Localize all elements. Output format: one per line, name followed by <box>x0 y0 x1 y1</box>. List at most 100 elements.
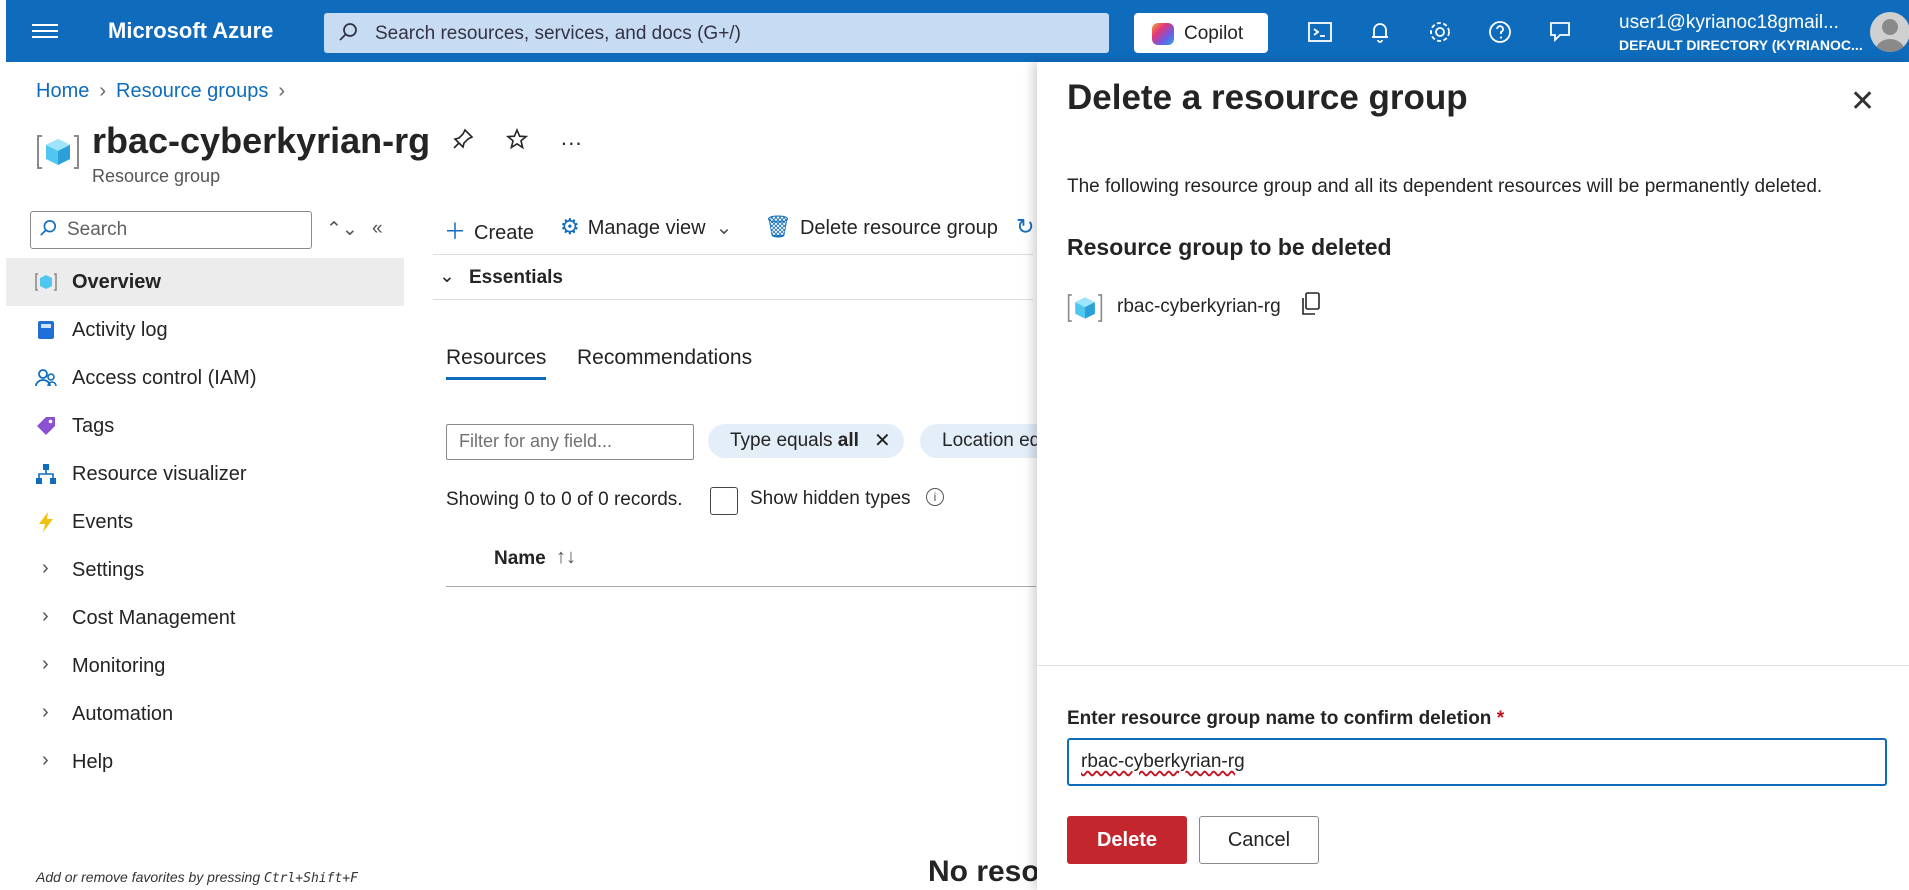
sidebar-item-label: Overview <box>72 271 161 293</box>
divider <box>1037 665 1909 666</box>
sort-icon[interactable]: ↑↓ <box>556 546 576 569</box>
required-mark: * <box>1496 708 1505 729</box>
sidebar-search-placeholder: Search <box>67 219 128 240</box>
pill-type-value: all <box>837 430 859 451</box>
favorites-hint: Add or remove favorites by pressing Ctrl… <box>36 869 358 886</box>
sidebar-item-tags[interactable]: Tags <box>6 402 404 450</box>
delete-button[interactable]: Delete <box>1067 816 1187 864</box>
delete-rg-label: Delete resource group <box>799 217 998 239</box>
copilot-icon <box>1152 23 1174 45</box>
trash-icon: 🗑 <box>764 214 792 239</box>
pill-type-prefix: Type equals <box>730 430 838 451</box>
chevron-right-icon: › <box>42 749 49 771</box>
user-directory: DEFAULT DIRECTORY (KYRIANOC... <box>1619 37 1863 53</box>
sidebar-item-label: Tags <box>72 415 115 437</box>
sidebar-item-cost-management[interactable]: › Cost Management <box>6 594 404 642</box>
breadcrumb-resource-groups[interactable]: Resource groups <box>116 80 268 102</box>
section-title: Resource group to be deleted <box>1067 234 1392 260</box>
sidebar-item-monitoring[interactable]: › Monitoring <box>6 642 404 690</box>
show-hidden-types-checkbox[interactable] <box>710 487 738 515</box>
filter-input[interactable]: Filter for any field... <box>446 424 694 460</box>
create-button[interactable]: ＋ Create <box>444 214 534 246</box>
tag-icon <box>34 414 58 438</box>
chevron-down-icon: ⌄ <box>715 217 733 239</box>
sidebar-item-label: Activity log <box>72 319 168 341</box>
tab-recommendations[interactable]: Recommendations <box>577 346 752 370</box>
sidebar-item-events[interactable]: Events <box>6 498 404 546</box>
global-search-input[interactable]: Search resources, services, and docs (G+… <box>324 13 1109 53</box>
column-name[interactable]: Name <box>494 548 546 570</box>
more-options-icon[interactable]: ··· <box>560 130 582 155</box>
create-label: Create <box>474 222 535 244</box>
plus-icon: ＋ <box>444 219 467 244</box>
show-hidden-types-label: Show hidden types <box>750 488 911 509</box>
close-icon[interactable]: ✕ <box>874 428 891 453</box>
gear-icon[interactable] <box>1426 18 1454 46</box>
panel-description: The following resource group and all its… <box>1067 176 1823 197</box>
overview-icon <box>34 270 58 294</box>
manage-view-label: Manage view <box>587 217 706 239</box>
pill-location-label: Location eq <box>942 430 1037 451</box>
iam-icon <box>34 366 58 390</box>
chevron-right-icon: › <box>278 80 286 102</box>
no-results-text: No reso <box>928 855 1040 888</box>
hamburger-menu-icon[interactable] <box>32 20 58 42</box>
filter-pill-type[interactable]: Type equals all ✕ <box>708 424 904 458</box>
chevron-right-icon: › <box>42 605 49 627</box>
search-icon <box>338 22 358 48</box>
resource-group-icon <box>36 130 80 179</box>
avatar[interactable] <box>1870 12 1909 52</box>
panel-title: Delete a resource group <box>1067 78 1468 117</box>
sidebar-item-activity-log[interactable]: Activity log <box>6 306 404 354</box>
chevron-down-icon: ⌄ <box>439 266 455 287</box>
sidebar-item-label: Automation <box>72 703 174 725</box>
confirm-name-input[interactable]: rbac-cyberkyrian-rg <box>1067 738 1887 786</box>
resource-group-name: rbac-cyberkyrian-rg <box>1117 296 1281 317</box>
filter-pill-location[interactable]: Location eq <box>920 424 1037 458</box>
activity-log-icon <box>34 318 58 342</box>
account-info[interactable]: user1@kyrianoc18gmail... DEFAULT DIRECTO… <box>1619 12 1863 53</box>
collapse-sidebar-icon[interactable]: « <box>372 218 383 240</box>
sidebar-item-settings[interactable]: › Settings <box>6 546 404 594</box>
pin-icon[interactable] <box>452 128 480 155</box>
sidebar-item-help[interactable]: › Help <box>6 738 404 786</box>
table-header: Name ↑↓ <box>446 540 1036 587</box>
help-icon[interactable] <box>1486 18 1514 46</box>
delete-resource-group-button[interactable]: 🗑 Delete resource group <box>764 214 998 240</box>
copilot-button[interactable]: Copilot <box>1134 13 1268 53</box>
resource-group-row: rbac-cyberkyrian-rg <box>1067 290 1320 332</box>
sidebar-item-automation[interactable]: › Automation <box>6 690 404 738</box>
copy-icon[interactable] <box>1299 291 1323 323</box>
sidebar-item-label: Monitoring <box>72 655 166 677</box>
essentials-section[interactable]: ⌄ Essentials <box>433 254 1033 300</box>
info-icon[interactable]: i <box>926 488 944 506</box>
favorites-shortcut: Ctrl+Shift+F <box>264 871 358 886</box>
manage-view-button[interactable]: ⚙ Manage view ⌄ <box>560 214 732 240</box>
expand-collapse-icon[interactable]: ⌃⌄ <box>326 218 358 241</box>
feedback-icon[interactable] <box>1546 18 1574 46</box>
sidebar-item-label: Help <box>72 751 114 773</box>
sidebar-item-resource-visualizer[interactable]: Resource visualizer <box>6 450 404 498</box>
essentials-label: Essentials <box>469 267 563 288</box>
confirm-label-text: Enter resource group name to confirm del… <box>1067 708 1492 729</box>
sidebar-search-input[interactable]: Search <box>30 211 312 249</box>
sidebar-item-iam[interactable]: Access control (IAM) <box>6 354 404 402</box>
chevron-right-icon: › <box>42 557 49 579</box>
sidebar-item-overview[interactable]: Overview <box>6 258 404 306</box>
user-email: user1@kyrianoc18gmail... <box>1619 12 1839 33</box>
tab-resources[interactable]: Resources <box>446 346 547 380</box>
bell-icon[interactable] <box>1366 18 1394 46</box>
close-icon[interactable]: ✕ <box>1850 84 1875 119</box>
top-bar: Microsoft Azure Search resources, servic… <box>6 0 1909 62</box>
breadcrumb-home[interactable]: Home <box>36 80 89 102</box>
title-actions: ··· <box>452 127 608 156</box>
chevron-right-icon: › <box>99 80 107 102</box>
cloud-shell-icon[interactable] <box>1306 18 1334 46</box>
brand-title[interactable]: Microsoft Azure <box>108 18 273 44</box>
gear-icon: ⚙ <box>560 214 580 239</box>
page-title: rbac-cyberkyrian-rg <box>92 120 431 161</box>
global-search-placeholder: Search resources, services, and docs (G+… <box>375 23 741 44</box>
star-icon[interactable] <box>506 127 534 155</box>
cancel-button[interactable]: Cancel <box>1199 816 1319 864</box>
records-count: Showing 0 to 0 of 0 records. <box>446 489 683 510</box>
